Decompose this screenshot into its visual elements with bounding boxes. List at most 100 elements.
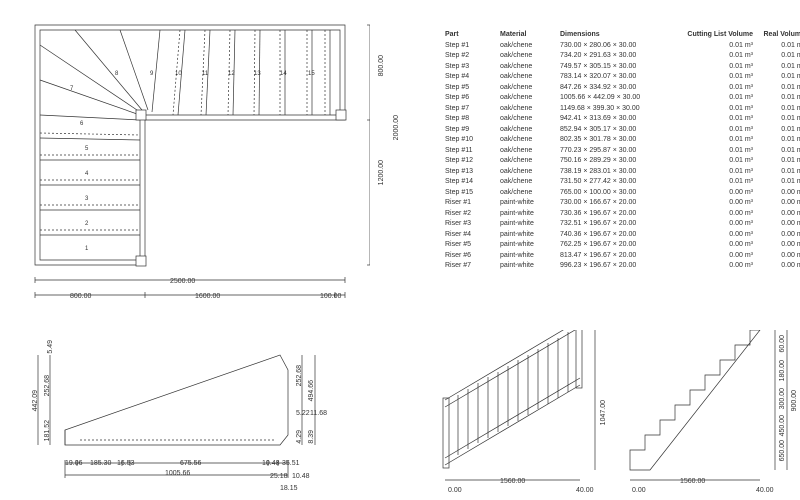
cell-dim: 847.26 × 334.92 × 30.00 [560,83,675,94]
dim-w-a: 800.00 [70,293,91,300]
elev-r5: 8.39 [308,430,315,444]
table-header: Part Material Dimensions Cutting List Vo… [445,30,800,41]
cell-dim: 730.00 × 166.67 × 20.00 [560,198,675,209]
cell-cv: 0.01 m³ [675,135,753,146]
rail-h: 1047.00 [600,400,607,425]
cell-material: oak/chene [500,156,560,167]
cell-rv: 0.00 m³ [753,219,800,230]
cell-rv: 0.01 m³ [753,146,800,157]
table-row: Step #15oak/chene765.00 × 100.00 × 30.00… [445,188,800,199]
elev-bot1: 10.48 [292,473,310,480]
cell-dim: 996.23 × 196.67 × 20.00 [560,261,675,272]
elev-seg0: 19.06 [65,460,83,467]
string-y5: 650.00 [779,440,786,461]
table-row: Step #13oak/chene738.19 × 283.01 × 30.00… [445,167,800,178]
cell-material: oak/chene [500,62,560,73]
table-row: Riser #7paint-white996.23 × 196.67 × 20.… [445,261,800,272]
cell-part: Riser #1 [445,198,500,209]
svg-text:4: 4 [85,171,89,177]
cell-part: Step #12 [445,156,500,167]
table-row: Step #7oak/chene1149.68 × 399.30 × 30.00… [445,104,800,115]
dim-w-total: 2500.00 [170,278,195,285]
cell-cv: 0.01 m³ [675,104,753,115]
cell-part: Riser #6 [445,251,500,262]
cell-cv: 0.00 m³ [675,230,753,241]
elev-w: 1005.66 [165,470,190,477]
cell-part: Step #5 [445,83,500,94]
dim-h-b: 1200.00 [378,160,385,185]
cell-material: paint-white [500,198,560,209]
elev-bot0: 25.18 [270,473,288,480]
cell-material: paint-white [500,251,560,262]
cell-cv: 0.01 m³ [675,51,753,62]
rail-x1: 40.00 [576,487,594,494]
svg-text:5: 5 [85,146,89,152]
cell-rv: 0.01 m³ [753,177,800,188]
cell-rv: 0.01 m³ [753,83,800,94]
table-row: Step #5oak/chene847.26 × 334.92 × 30.000… [445,83,800,94]
hdr-dim: Dimensions [560,30,675,41]
svg-text:14: 14 [280,71,287,77]
cell-part: Step #14 [445,177,500,188]
elev-h1: 252.68 [44,375,51,396]
svg-text:3: 3 [85,196,89,202]
svg-text:1: 1 [85,246,89,252]
cell-dim: 732.51 × 196.67 × 20.00 [560,219,675,230]
rail-x0: 0.00 [448,487,462,494]
cell-dim: 750.16 × 289.29 × 30.00 [560,156,675,167]
table-row: Riser #4paint-white740.36 × 196.67 × 20.… [445,230,800,241]
cell-material: oak/chene [500,188,560,199]
cell-part: Step #8 [445,114,500,125]
cell-part: Step #7 [445,104,500,115]
elev-seg3: 675.56 [180,460,201,467]
table-row: Step #6oak/chene1005.66 × 442.09 × 30.00… [445,93,800,104]
elev-h2: 442.09 [32,390,39,411]
cell-rv: 0.01 m³ [753,114,800,125]
dim-w-c: 100.00 [320,293,341,300]
elev-seg1: 185.30 [90,460,111,467]
dim-h-a: 800.00 [378,55,385,76]
cell-part: Riser #5 [445,240,500,251]
cell-cv: 0.00 m³ [675,188,753,199]
cell-part: Step #2 [445,51,500,62]
cell-rv: 0.00 m³ [753,230,800,241]
cell-material: paint-white [500,261,560,272]
cell-rv: 0.01 m³ [753,156,800,167]
cell-dim: 738.19 × 283.01 × 30.00 [560,167,675,178]
table-row: Step #14oak/chene731.50 × 277.42 × 30.00… [445,177,800,188]
cell-cv: 0.00 m³ [675,219,753,230]
cell-part: Riser #2 [445,209,500,220]
cell-rv: 0.01 m³ [753,104,800,115]
cell-material: oak/chene [500,104,560,115]
cell-cv: 0.01 m³ [675,156,753,167]
string-y1: 60.00 [779,335,786,353]
elev-lt: 5.49 [47,340,54,354]
cell-material: oak/chene [500,146,560,157]
elev-seg4: 10.48 [262,460,280,467]
table-row: Riser #3paint-white732.51 × 196.67 × 20.… [445,219,800,230]
hdr-cv: Cutting List Volume [675,30,753,41]
svg-text:11: 11 [202,71,209,77]
cell-cv: 0.01 m³ [675,83,753,94]
svg-text:6: 6 [80,121,84,127]
cell-cv: 0.01 m³ [675,41,753,52]
cell-cv: 0.01 m³ [675,72,753,83]
cell-part: Step #3 [445,62,500,73]
table-row: Step #11oak/chene770.23 × 295.87 × 30.00… [445,146,800,157]
stair-plan-view: 123 456 789 101112 131415 [30,20,370,320]
elev-r0: 252.68 [296,365,303,386]
svg-text:9: 9 [150,71,154,77]
table-row: Step #12oak/chene750.16 × 289.29 × 30.00… [445,156,800,167]
cell-part: Step #6 [445,93,500,104]
elev-bot2: 18.15 [280,485,298,492]
cell-dim: 734.20 × 291.63 × 30.00 [560,51,675,62]
cell-material: oak/chene [500,51,560,62]
svg-text:8: 8 [115,71,119,77]
cell-part: Step #9 [445,125,500,136]
cell-part: Riser #3 [445,219,500,230]
svg-text:10: 10 [175,71,182,77]
cell-material: oak/chene [500,93,560,104]
elev-r2: 5.22 [296,410,310,417]
cell-cv: 0.00 m³ [675,251,753,262]
svg-text:7: 7 [70,86,74,92]
